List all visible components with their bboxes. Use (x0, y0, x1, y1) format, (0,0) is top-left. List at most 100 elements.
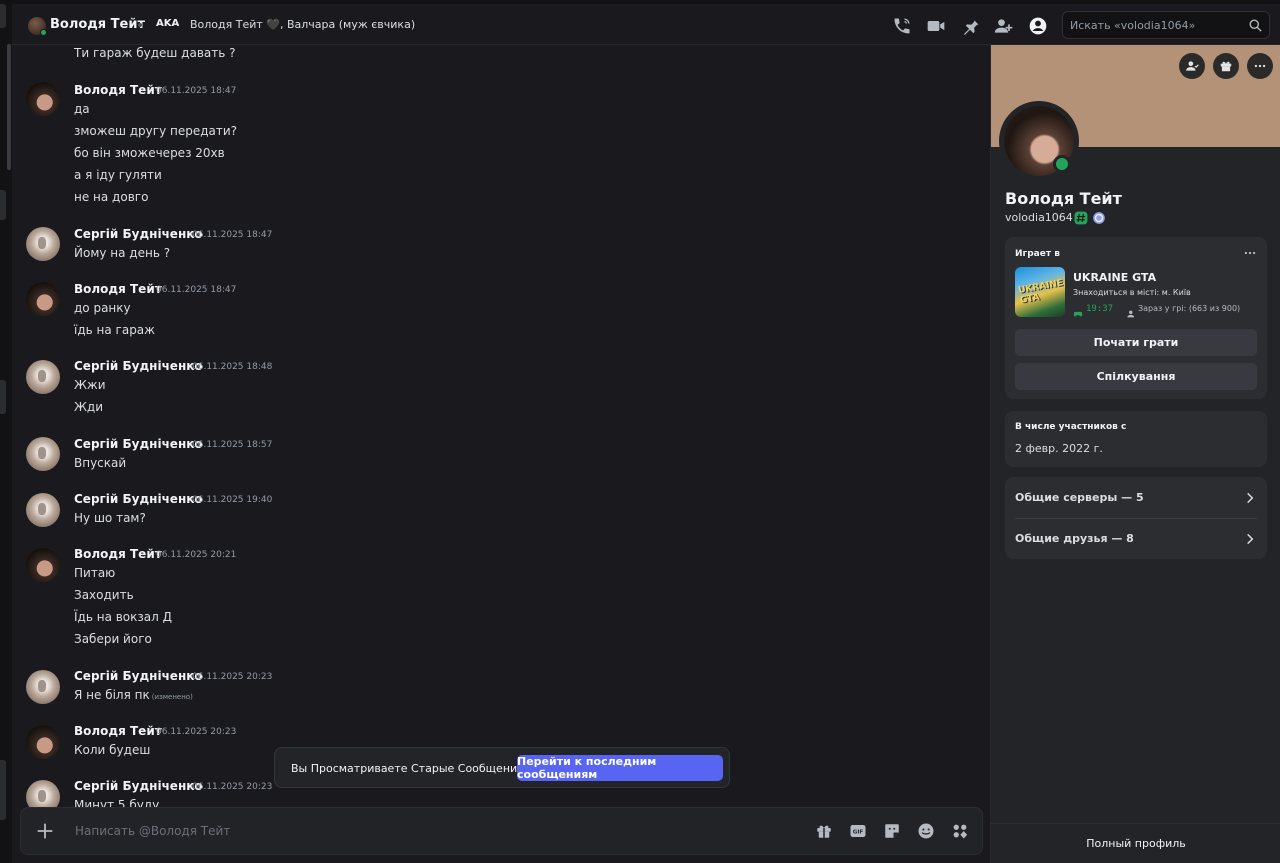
more-options-icon[interactable] (1247, 53, 1273, 79)
game-details: Знаходиться в місті: м. Київ (1073, 288, 1191, 297)
member-since-title: В числе участников с (1015, 422, 1127, 432)
message-text: бо він зможечерез 20хв (74, 146, 225, 160)
apps-icon[interactable] (951, 822, 969, 840)
message-input[interactable]: Написать @Володя Тейт (75, 824, 230, 838)
message-author[interactable]: Сергій Будніченко (74, 359, 203, 373)
gift-nitro-icon[interactable] (1213, 53, 1239, 79)
party-icon (1127, 304, 1137, 318)
message-author[interactable]: Володя Тейт (74, 83, 162, 97)
chevron-right-icon (1243, 490, 1257, 504)
avatar[interactable] (26, 82, 60, 116)
message-timestamp: 06.11.2025 18:48 (192, 362, 273, 372)
avatar[interactable] (26, 548, 60, 582)
mutual-servers-label: Общие серверы — 5 (1015, 491, 1144, 504)
gif-label: GIF (853, 830, 864, 836)
game-thumbnail[interactable]: UKRAINE GTA (1015, 267, 1065, 317)
avatar[interactable] (26, 227, 60, 261)
aka-label: AKA (156, 18, 180, 29)
gif-picker-icon[interactable]: GIF (849, 822, 867, 840)
message-composer[interactable]: Написать @Володя Тейт GIF (20, 807, 983, 855)
message-text: не на довго (74, 190, 149, 204)
header-username[interactable]: Володя Тейт (50, 17, 145, 32)
mutual-friends-label: Общие друзья — 8 (1015, 532, 1134, 545)
activity-more-icon[interactable] (1243, 245, 1257, 259)
avatar[interactable] (26, 360, 60, 394)
rail-pill[interactable] (0, 4, 6, 28)
message-author[interactable]: Сергій Будніченко (74, 779, 203, 793)
message-text: Забери його (74, 632, 152, 646)
jump-to-present-button[interactable]: Перейти к последним сообщениям (517, 755, 723, 781)
add-friend-icon[interactable] (1179, 53, 1205, 79)
gift-icon[interactable] (815, 822, 833, 840)
message-author[interactable]: Сергій Будніченко (74, 227, 203, 241)
message-text: Питаю (74, 566, 116, 580)
rail-pill[interactable] (0, 380, 6, 414)
message-text: зможеш другу передати? (74, 124, 238, 138)
emoji-icon[interactable] (917, 822, 935, 840)
message-text: Жди (74, 400, 104, 414)
voice-call-icon[interactable] (892, 16, 912, 36)
online-status-dot (1053, 155, 1071, 173)
game-name: UKRAINE GTA (1073, 271, 1157, 284)
message-author[interactable]: Сергій Будніченко (74, 437, 203, 451)
search-placeholder: Искать «volodia1064» (1070, 19, 1196, 32)
activity-card: Играет в UKRAINE GTA UKRAINE GTA Знаходи… (1005, 237, 1267, 399)
mutual-servers-row[interactable]: Общие серверы — 5 (1015, 478, 1257, 518)
message-text-content: Я не біля пк (74, 688, 150, 702)
full-profile-footer[interactable]: Полный профиль (991, 823, 1280, 863)
pinned-messages-icon[interactable] (960, 16, 980, 36)
message-text: Йому на день ? (74, 246, 171, 260)
user-profile-toggle-icon[interactable] (1028, 16, 1048, 36)
profile-username[interactable]: volodia1064 (1005, 211, 1073, 224)
video-call-icon[interactable] (926, 16, 946, 36)
add-attachment-icon[interactable] (34, 820, 56, 842)
message-text: Жжи (74, 378, 106, 392)
user-profile-panel: Володя Тейт volodia1064 Играет в UKRAINE… (990, 45, 1280, 863)
avatar[interactable] (26, 282, 60, 316)
message-author[interactable]: Володя Тейт (74, 547, 162, 561)
edited-indicator: (изменено) (151, 693, 193, 701)
message-list[interactable]: Ти гараж будеш давать ? Володя Тейт 06.1… (12, 45, 990, 863)
activity-title: Играет в (1015, 249, 1060, 259)
message-author[interactable]: Сергій Будніченко (74, 492, 203, 506)
full-profile-link[interactable]: Полный профиль (991, 837, 1280, 850)
message-text: да (74, 102, 90, 116)
message-text: Коли будеш (74, 743, 151, 757)
message-text: Я не біля пк (изменено) (74, 688, 193, 702)
message-timestamp: 06.11.2025 19:40 (192, 495, 273, 505)
avatar[interactable] (26, 670, 60, 704)
mutuals-card: Общие серверы — 5 Общие друзья — 8 (1005, 477, 1267, 559)
avatar[interactable] (26, 493, 60, 527)
message-timestamp: 06.11.2025 20:23 (192, 782, 273, 792)
boost-badge-icon[interactable] (1092, 210, 1106, 224)
avatar[interactable] (26, 725, 60, 759)
message-author[interactable]: Володя Тейт (74, 282, 162, 296)
controller-icon (1073, 304, 1083, 317)
chat-header: Володя Тейт AKA Володя Тейт 🖤, Валчара (… (12, 4, 1280, 45)
play-game-button[interactable]: Почати грати (1015, 329, 1257, 356)
mutual-friends-row[interactable]: Общие друзья — 8 (1015, 519, 1257, 559)
avatar[interactable] (26, 437, 60, 471)
chat-button[interactable]: Спілкування (1015, 363, 1257, 390)
hashtag-badge-icon[interactable] (1074, 210, 1088, 225)
chat-scrollbar-thumb[interactable] (7, 44, 11, 170)
member-since-date: 2 февр. 2022 г. (1015, 442, 1103, 455)
rail-pill[interactable] (0, 190, 6, 220)
message-timestamp: 06.11.2025 18:47 (156, 86, 237, 96)
header-separator (138, 23, 142, 27)
message-timestamp: 06.11.2025 20:23 (156, 727, 237, 737)
sticker-icon[interactable] (883, 822, 901, 840)
old-messages-text: Вы Просматриваете Старые Сообщения (291, 762, 524, 775)
message-text: Ти гараж будеш давать ? (74, 46, 236, 60)
add-friends-to-dm-icon[interactable] (994, 16, 1014, 36)
search-input[interactable]: Искать «volodia1064» (1062, 11, 1270, 39)
message-author[interactable]: Володя Тейт (74, 724, 162, 738)
message-author[interactable]: Сергій Будніченко (74, 669, 203, 683)
online-status-dot (40, 29, 47, 36)
game-thumbnail-logo: UKRAINE GTA (1017, 278, 1064, 306)
rail-pill[interactable] (0, 760, 6, 820)
chevron-right-icon (1243, 531, 1257, 545)
message-text: Ну шо там? (74, 511, 146, 525)
message-text: їдь на гараж (74, 323, 155, 337)
message-timestamp: 06.11.2025 20:23 (192, 672, 273, 682)
